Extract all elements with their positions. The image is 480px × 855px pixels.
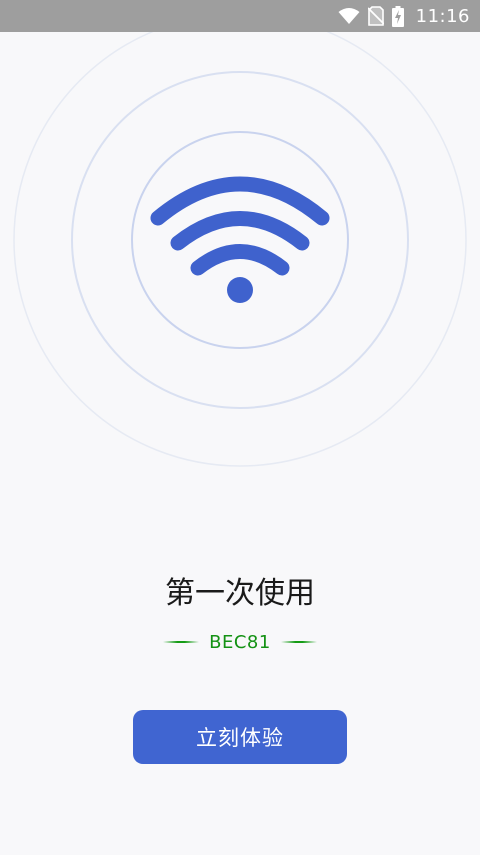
code-right-divider bbox=[280, 641, 317, 643]
wifi-icon bbox=[150, 176, 330, 276]
status-time: 11:16 bbox=[415, 5, 470, 27]
inner-ring bbox=[131, 131, 349, 349]
wifi-hero bbox=[0, 13, 480, 492]
wifi-icon bbox=[338, 7, 360, 25]
start-experience-button[interactable]: 立刻体验 bbox=[133, 710, 347, 764]
code-left-divider bbox=[163, 641, 200, 643]
middle-ring bbox=[71, 71, 409, 409]
device-code-row: BEC81 bbox=[0, 628, 480, 656]
no-sim-icon bbox=[367, 6, 384, 26]
wifi-hero-graphic bbox=[13, 13, 467, 467]
device-code: BEC81 bbox=[209, 631, 271, 653]
wifi-dot bbox=[227, 277, 253, 303]
status-bar: 11:16 bbox=[0, 0, 480, 32]
battery-charging-icon bbox=[391, 5, 404, 27]
status-icons: 11:16 bbox=[338, 0, 470, 32]
page-title: 第一次使用 bbox=[165, 576, 315, 611]
